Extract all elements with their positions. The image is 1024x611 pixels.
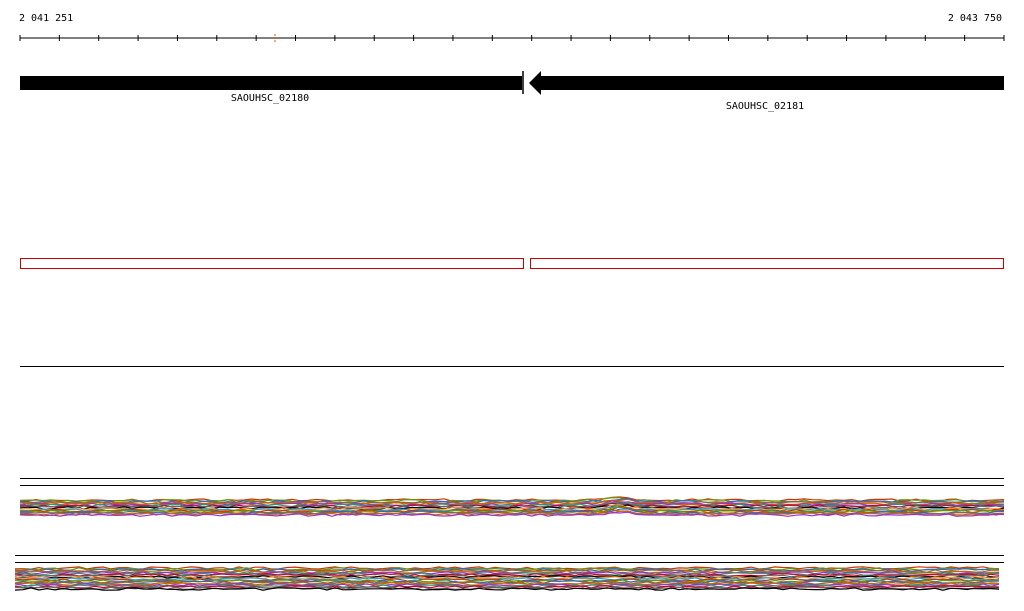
genome-browser-view[interactable]: SAOUHSC_02180 SAOUHSC_02181 — [0, 0, 1024, 611]
feature-box[interactable] — [20, 258, 524, 269]
gene-track[interactable]: SAOUHSC_02180 SAOUHSC_02181 — [20, 71, 1004, 112]
gene-saouhsc-02180[interactable]: SAOUHSC_02180 — [20, 71, 524, 104]
gene-saouhsc-02181[interactable]: SAOUHSC_02181 — [529, 71, 1004, 112]
position-ruler[interactable] — [19, 34, 1005, 42]
gene-label: SAOUHSC_02181 — [726, 101, 804, 112]
gene-label: SAOUHSC_02180 — [231, 93, 309, 104]
coverage-track-1[interactable] — [19, 478, 1005, 517]
coverage-track-2[interactable] — [14, 555, 1004, 591]
coverage-lines — [19, 496, 1005, 517]
coverage-lines — [14, 566, 1000, 591]
feature-track[interactable] — [20, 258, 1004, 269]
feature-box[interactable] — [530, 258, 1004, 269]
